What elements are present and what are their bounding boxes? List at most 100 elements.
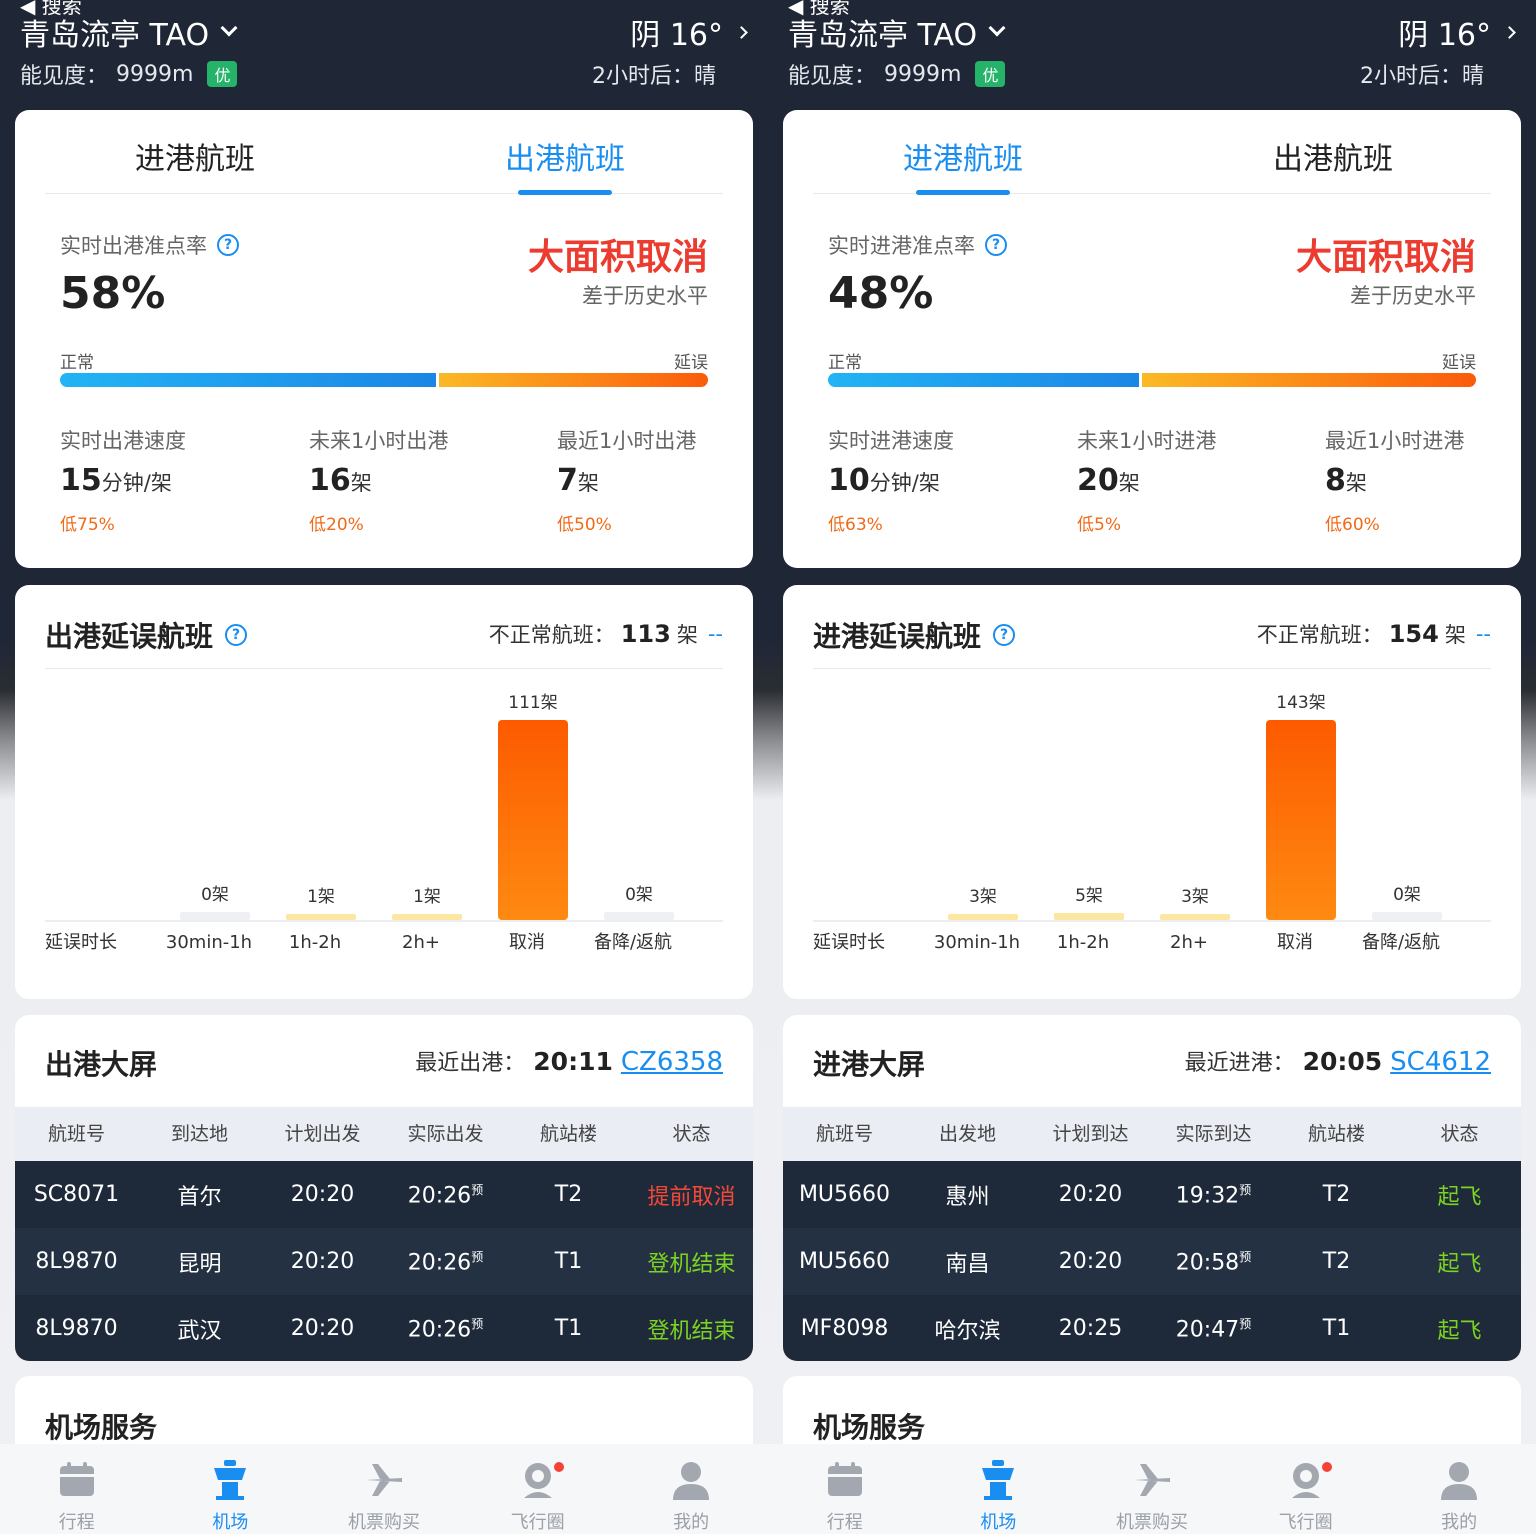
bar-data-label: 3架: [969, 887, 997, 907]
cell-actual: 20:47预: [1175, 1316, 1252, 1343]
cell-place: 首尔: [177, 1184, 222, 1210]
stat-diff: 低60%: [1325, 515, 1380, 535]
estimate-mark: 预: [1239, 1182, 1252, 1197]
x-tick-label: 取消: [509, 932, 545, 953]
col-actual: 实际出发: [407, 1123, 484, 1145]
control-tower-icon: [210, 1460, 250, 1500]
tab-profile[interactable]: 我的: [614, 1444, 768, 1534]
tab-label: 机场: [212, 1512, 249, 1533]
col-flight: 航班号: [47, 1123, 105, 1145]
tab-label: 机场: [980, 1512, 1017, 1533]
tab-control-tower[interactable]: 机场: [922, 1444, 1076, 1534]
bar-normal-label: 正常: [828, 353, 862, 373]
visibility-value: 9999m: [884, 61, 962, 87]
recent-flight-link[interactable]: SC4612: [1390, 1047, 1491, 1077]
x-tick-label: 取消: [1277, 932, 1313, 953]
tab-airplane[interactable]: 机票购买: [307, 1444, 461, 1534]
table-row[interactable]: MF8098 哈尔滨 20:25 20:47预 T1 起飞: [783, 1295, 1521, 1361]
abnormal-unit: 架: [676, 623, 698, 647]
cell-actual: 20:58预: [1175, 1249, 1252, 1276]
airport-selector[interactable]: 青岛流亭 TAO: [20, 10, 238, 54]
tab-community[interactable]: 飞行圈: [461, 1444, 615, 1534]
abnormal-value: 154: [1388, 620, 1439, 648]
table-row[interactable]: 8L9870 昆明 20:20 20:26预 T1 登机结束: [15, 1228, 753, 1295]
help-icon[interactable]: ?: [993, 624, 1016, 646]
tab-departures[interactable]: 出港航班: [415, 134, 715, 178]
table-row[interactable]: 8L9870 武汉 20:20 20:26预 T1 登机结束: [15, 1295, 753, 1361]
tab-arrivals[interactable]: 进港航班: [45, 134, 345, 178]
estimate-mark: 预: [471, 1249, 484, 1264]
tab-profile[interactable]: 我的: [1382, 1444, 1536, 1534]
bar-4: [1372, 912, 1442, 920]
tab-arrivals[interactable]: 进港航班: [813, 134, 1113, 178]
cell-status: 起飞: [1437, 1184, 1482, 1210]
delay-title-row: 出港延误航班 ?: [45, 615, 248, 655]
x-tick-label: 30min-1h: [934, 932, 1020, 953]
tab-control-tower[interactable]: 机场: [154, 1444, 308, 1534]
cell-flight: MU5660: [798, 1182, 891, 1207]
stat-diff: 低63%: [828, 515, 883, 535]
cell-terminal: T2: [554, 1182, 583, 1207]
tab-calendar[interactable]: 行程: [768, 1444, 922, 1534]
help-icon[interactable]: ?: [985, 234, 1007, 256]
stat-label: 未来1小时出港: [309, 429, 449, 453]
cell-place: 惠州: [945, 1184, 990, 1210]
calendar-icon: [825, 1460, 865, 1500]
bar-delay-label: 延误: [674, 353, 708, 373]
cell-actual: 20:26预: [407, 1182, 484, 1209]
board-header: 航班号 出发地 计划到达 实际到达 航站楼 状态: [783, 1107, 1521, 1161]
help-icon[interactable]: ?: [217, 234, 239, 256]
cell-actual: 20:26预: [407, 1249, 484, 1276]
chevron-down-icon: [220, 19, 238, 37]
chevron-right-icon: [1503, 25, 1516, 39]
cell-flight: SC8071: [33, 1182, 120, 1207]
bar-3: [1266, 720, 1336, 920]
weather-link[interactable]: 阴 16°: [630, 10, 748, 54]
bar-4: [604, 912, 674, 920]
community-icon: [518, 1460, 558, 1500]
stat-diff: 低5%: [1077, 515, 1121, 535]
airport-selector[interactable]: 青岛流亭 TAO: [788, 10, 1006, 54]
cell-plan: 20:25: [1058, 1316, 1123, 1341]
weather-link[interactable]: 阴 16°: [1398, 10, 1516, 54]
cell-terminal: T2: [1322, 1249, 1351, 1274]
rate-label: 实时出港准点率: [60, 234, 207, 258]
stat-speed: 实时进港速度 10分钟/架 低63%: [828, 425, 1048, 535]
tab-airplane[interactable]: 机票购买: [1075, 1444, 1229, 1534]
abnormal-unit: 架: [1444, 623, 1466, 647]
stat-value: 15分钟/架: [60, 463, 172, 498]
col-flight: 航班号: [815, 1123, 873, 1145]
tab-indicator: [518, 190, 612, 195]
delay-card: 进港延误航班 ? 不正常航班： 154 架 -- 延误时长 3架 30min-1h 5…: [783, 585, 1521, 999]
estimate-mark: 预: [1239, 1316, 1252, 1331]
status-headline: 大面积取消: [1295, 237, 1476, 278]
bar-0: [948, 914, 1018, 920]
table-row[interactable]: MU5660 南昌 20:20 20:58预 T2 起飞: [783, 1228, 1521, 1295]
x-tick-label: 备降/返航: [1362, 932, 1440, 953]
help-icon[interactable]: ?: [225, 624, 248, 646]
estimate-mark: 预: [1239, 1249, 1252, 1264]
bar-1: [1054, 913, 1124, 920]
x-tick-label: 1h-2h: [289, 932, 341, 953]
abnormal-count[interactable]: 不正常航班： 113 架 --: [489, 619, 723, 649]
delay-chart-svg: 延误时长 3架 30min-1h 5架 1h-2h 3架 2h+ 143架取消 0架备降/返航: [813, 693, 1491, 953]
tab-calendar[interactable]: 行程: [0, 1444, 154, 1534]
bar-data-label: 111架: [508, 693, 557, 713]
airplane-icon: [364, 1460, 404, 1500]
visibility-label: 能见度：: [20, 64, 109, 89]
bar-3: [498, 720, 568, 920]
table-row[interactable]: MU5660 惠州 20:20 19:32预 T2 起飞: [783, 1161, 1521, 1228]
abnormal-count[interactable]: 不正常航班： 154 架 --: [1257, 619, 1491, 649]
tab-community[interactable]: 飞行圈: [1229, 1444, 1383, 1534]
recent-flight-link[interactable]: CZ6358: [621, 1047, 723, 1077]
cell-status: 起飞: [1437, 1318, 1482, 1344]
bar-2: [392, 914, 462, 920]
table-row[interactable]: SC8071 首尔 20:20 20:26预 T2 提前取消: [15, 1161, 753, 1228]
status-subtext: 差于历史水平: [582, 284, 708, 308]
tab-departures[interactable]: 出港航班: [1183, 134, 1483, 178]
col-terminal: 航站楼: [1307, 1123, 1365, 1145]
cell-flight: 8L9870: [35, 1249, 118, 1274]
cell-status: 登机结束: [647, 1251, 736, 1277]
recent-time: 20:11: [533, 1047, 613, 1076]
tab-label: 飞行圈: [510, 1512, 565, 1533]
